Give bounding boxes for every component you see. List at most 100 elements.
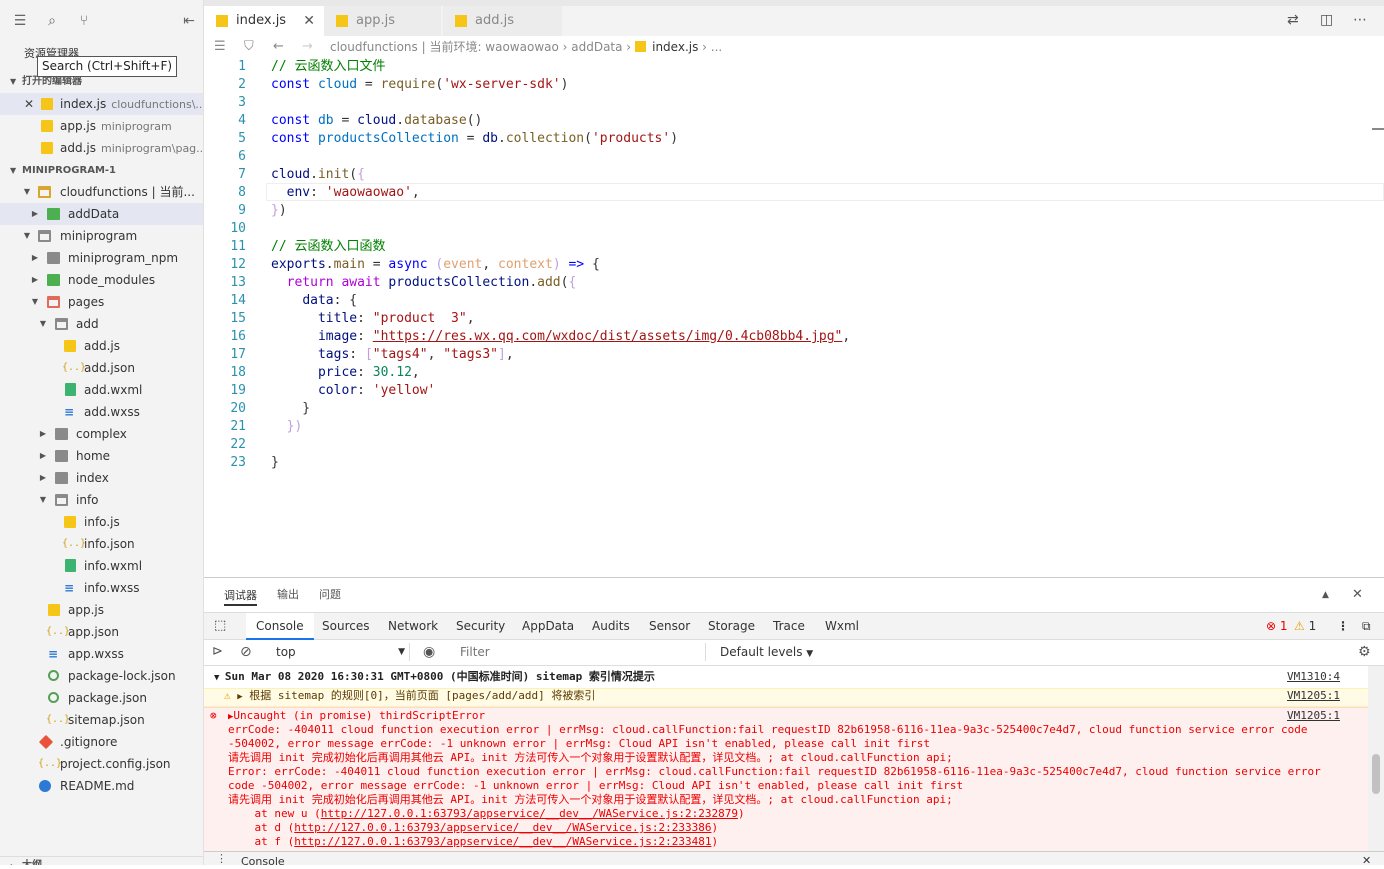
tree-item-app-json[interactable]: {..} app.json	[0, 621, 203, 643]
context-select[interactable]: top ▼	[266, 643, 410, 661]
tree-item-add-wxss[interactable]: ≡ add.wxss	[0, 401, 203, 423]
collapse-sidebar-icon[interactable]: ⇤	[180, 12, 198, 30]
levels-dropdown[interactable]: Default levels ▼	[720, 640, 813, 666]
tree-item-info[interactable]: ▼ info	[0, 489, 203, 511]
drawer-menu-icon[interactable]: ⋮	[216, 852, 227, 866]
panel-console[interactable]: Console	[246, 613, 314, 640]
stack-link[interactable]: http://127.0.0.1:63793/appservice/__dev_…	[294, 835, 711, 848]
drawer-tab-console[interactable]: Console	[241, 855, 285, 869]
tree-item-add[interactable]: ▼ add	[0, 313, 203, 335]
outline-header[interactable]: ›大纲	[0, 856, 203, 865]
tree-item-info-wxss[interactable]: ≡ info.wxss	[0, 577, 203, 599]
close-panel-icon[interactable]: ✕	[1352, 578, 1363, 612]
console-message-info[interactable]: ▼ Sun Mar 08 2020 16:30:31 GMT+0800 (中国标…	[204, 670, 1368, 688]
list-icon[interactable]: ☰	[11, 12, 29, 30]
source-link[interactable]: VM1205:1	[1287, 709, 1340, 723]
tree-item-package-json[interactable]: package.json	[0, 687, 203, 709]
panel-sensor[interactable]: Sensor	[649, 613, 690, 639]
error-count-badge[interactable]: ⊗ 1	[1266, 613, 1288, 639]
source-link[interactable]: VM1205:1	[1287, 689, 1340, 703]
scrollbar-thumb[interactable]	[1372, 754, 1380, 794]
tree-item-info-json[interactable]: {..} info.json	[0, 533, 203, 555]
panel-appdata[interactable]: AppData	[522, 613, 574, 639]
kebab-menu-icon[interactable]: ⋮	[1337, 613, 1349, 639]
settings-gear-icon[interactable]: ⚙	[1358, 640, 1371, 664]
tree-item-add-wxml[interactable]: add.wxml	[0, 379, 203, 401]
open-editor-index-js[interactable]: ✕ index.js cloudfunctions\...	[0, 93, 203, 115]
tree-item-gitignore[interactable]: .gitignore	[0, 731, 203, 753]
forward-arrow-icon[interactable]: →	[302, 36, 313, 58]
inspect-element-icon[interactable]: ⬚	[214, 613, 226, 639]
tree-item-cloudfunctions[interactable]: ▼ cloudfunctions | 当前...	[0, 181, 203, 203]
console-scrollbar[interactable]	[1368, 666, 1384, 852]
code-editor[interactable]: 1 2 3 4 5 6 7 8 9 10 11 12 13 14 15 16 17 18 19 20 21 22 23 //…	[204, 58, 1384, 576]
tree-item-add-json[interactable]: {..} add.json	[0, 357, 203, 379]
tab-add-js[interactable]: add.js	[443, 6, 563, 36]
overview-ruler-mark	[1372, 128, 1384, 130]
tree-item-miniprogram-npm[interactable]: ▶ miniprogram_npm	[0, 247, 203, 269]
open-editor-add-js[interactable]: add.js miniprogram\pag...	[0, 137, 203, 159]
js-file-icon	[216, 15, 228, 27]
panel-wxml[interactable]: Wxml	[825, 613, 859, 639]
source-control-icon[interactable]: ⑂	[75, 12, 93, 30]
close-drawer-icon[interactable]: ✕	[1362, 854, 1371, 868]
panel-security[interactable]: Security	[456, 613, 505, 639]
warning-count-badge[interactable]: ⚠ 1	[1294, 613, 1316, 639]
tree-item-add-js[interactable]: add.js	[0, 335, 203, 357]
tree-item-package-lock-json[interactable]: package-lock.json	[0, 665, 203, 687]
tree-item-app-js[interactable]: app.js	[0, 599, 203, 621]
tree-item-readme-md[interactable]: README.md	[0, 775, 203, 797]
tree-item-info-js[interactable]: info.js	[0, 511, 203, 533]
tab-app-js[interactable]: app.js	[324, 6, 442, 36]
panel-audits[interactable]: Audits	[592, 613, 630, 639]
tree-item-pages[interactable]: ▼ pages	[0, 291, 203, 313]
undock-icon[interactable]: ⧉	[1362, 613, 1371, 639]
tab-problems[interactable]: 问题	[319, 578, 341, 612]
tree-item-app-wxss[interactable]: ≡ app.wxss	[0, 643, 203, 665]
project-header[interactable]: ▼ MINIPROGRAM-1	[0, 161, 203, 181]
panel-sources[interactable]: Sources	[322, 613, 369, 639]
stack-link[interactable]: http://127.0.0.1:63793/appservice/__dev_…	[294, 821, 711, 834]
tree-item-info-wxml[interactable]: info.wxml	[0, 555, 203, 577]
eye-icon[interactable]: ◉	[423, 640, 435, 664]
panel-trace[interactable]: Trace	[773, 613, 805, 639]
tree-item-index[interactable]: ▶ index	[0, 467, 203, 489]
tree-item-adddata[interactable]: ▶ addData	[0, 203, 203, 225]
tree-item-node-modules[interactable]: ▶ node_modules	[0, 269, 203, 291]
panel-storage[interactable]: Storage	[708, 613, 755, 639]
stack-link[interactable]: http://127.0.0.1:63793/appservice/__dev_…	[321, 807, 738, 820]
sidebar-toggle-icon[interactable]: ⊳	[212, 640, 223, 664]
panel-network[interactable]: Network	[388, 613, 438, 639]
search-icon[interactable]: ⌕	[43, 12, 61, 30]
back-arrow-icon[interactable]: ←	[273, 36, 284, 58]
tree-item-complex[interactable]: ▶ complex	[0, 423, 203, 445]
tree-item-miniprogram[interactable]: ▼ miniprogram	[0, 225, 203, 247]
tab-index-js[interactable]: index.js ✕	[204, 6, 326, 36]
breadcrumb-file[interactable]: index.js	[652, 40, 698, 54]
list-icon[interactable]: ☰	[214, 36, 226, 58]
split-editor-icon[interactable]: ◫	[1320, 12, 1333, 28]
close-tab-icon[interactable]: ✕	[303, 6, 315, 36]
console-output[interactable]: ▼ Sun Mar 08 2020 16:30:31 GMT+0800 (中国标…	[204, 666, 1368, 852]
tab-output[interactable]: 输出	[277, 578, 299, 612]
line-number: 13	[230, 275, 246, 290]
tree-item-project-config-json[interactable]: {..} project.config.json	[0, 753, 203, 775]
console-message-error[interactable]: ⊗ ▶Uncaught (in promise) thirdScriptErro…	[204, 707, 1368, 852]
console-message-warning[interactable]: ⚠ ▶ 根据 sitemap 的规则[0]，当前页面 [pages/add/ad…	[204, 688, 1368, 707]
maximize-panel-icon[interactable]: ▲	[1322, 578, 1329, 612]
breadcrumb-path[interactable]: cloudfunctions | 当前环境: waowaowao › addDa…	[330, 40, 631, 54]
compare-icon[interactable]: ⇄	[1287, 12, 1299, 28]
close-icon[interactable]: ✕	[24, 93, 34, 115]
tree-item-home[interactable]: ▶ home	[0, 445, 203, 467]
tab-debugger[interactable]: 调试器	[224, 578, 257, 606]
clear-console-icon[interactable]: ⊘	[240, 640, 252, 664]
source-link[interactable]: VM1310:4	[1287, 670, 1340, 684]
bookmark-icon[interactable]: ⛉	[244, 36, 254, 58]
npm-file-icon	[48, 670, 59, 681]
current-line-highlight	[266, 183, 1384, 201]
breadcrumb-tail[interactable]: › ...	[702, 40, 722, 54]
open-editor-app-js[interactable]: app.js miniprogram	[0, 115, 203, 137]
tree-item-sitemap-json[interactable]: {..} sitemap.json	[0, 709, 203, 731]
more-icon[interactable]: ⋯	[1353, 12, 1367, 28]
filter-input[interactable]	[456, 643, 706, 661]
